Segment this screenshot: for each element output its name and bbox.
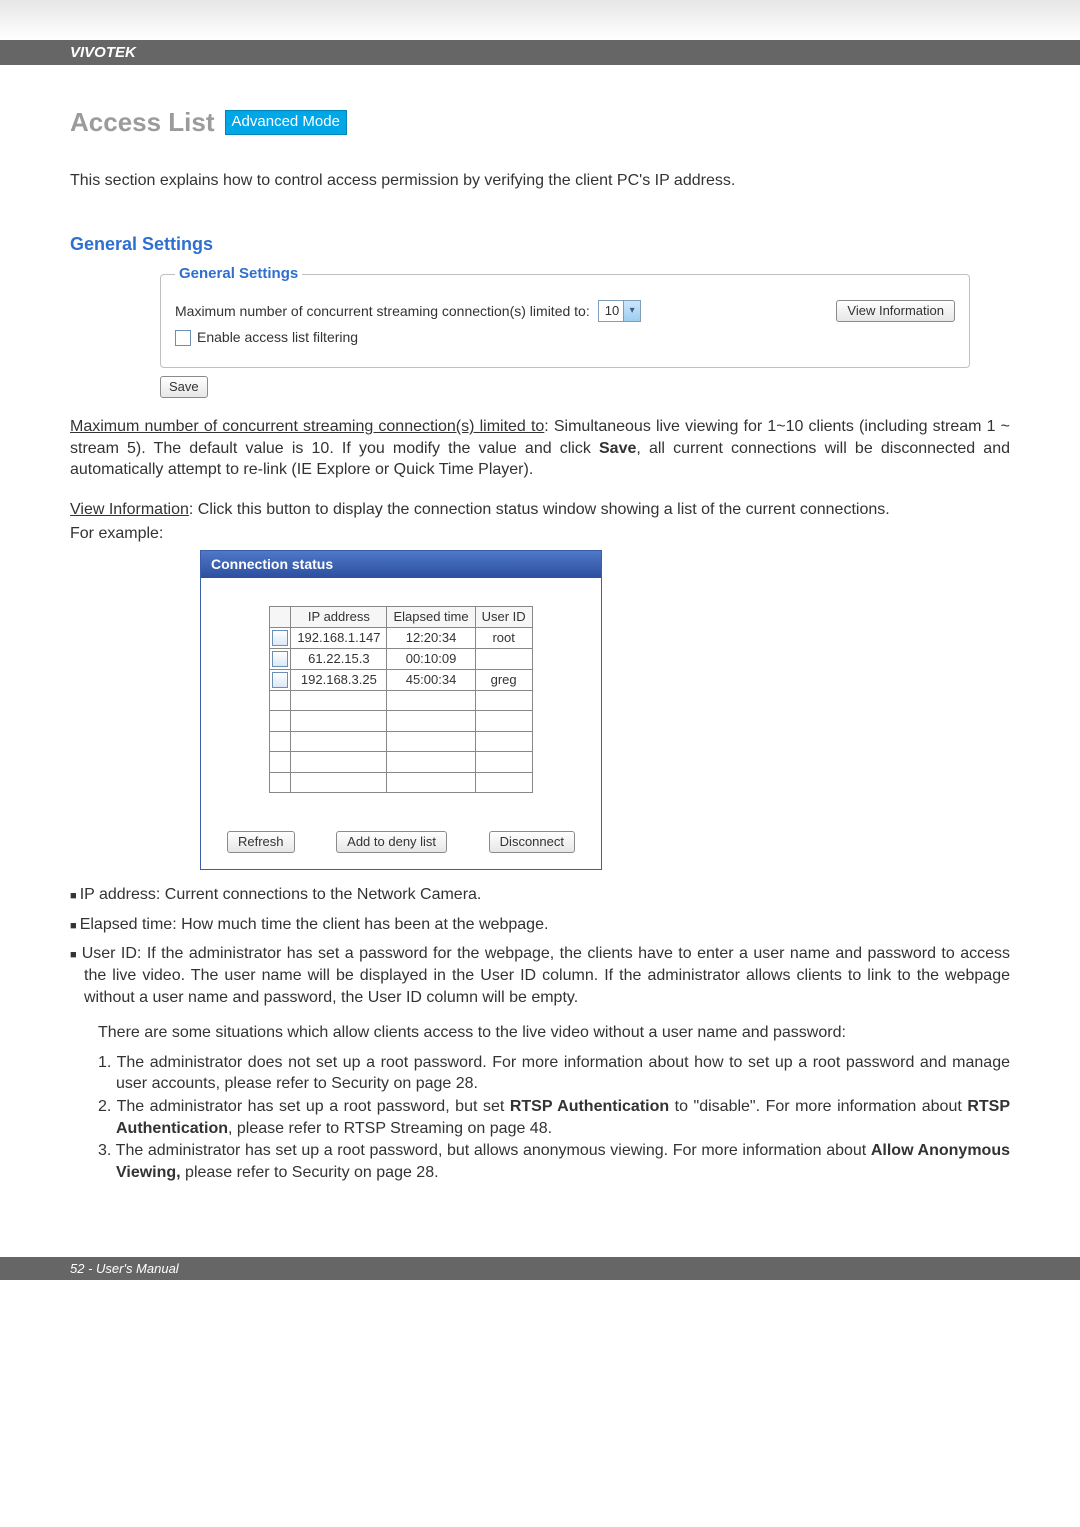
connection-status-panel: Connection status IP address Elapsed tim… xyxy=(200,550,602,870)
cell-elapsed: 12:20:34 xyxy=(387,627,475,648)
row-checkbox[interactable] xyxy=(272,630,288,646)
bullet-ip-address: IP address: Current connections to the N… xyxy=(70,884,1010,906)
max-connections-explanation: Maximum number of concurrent streaming c… xyxy=(70,416,1010,481)
page-footer: 52 - User's Manual xyxy=(0,1257,1080,1280)
advanced-mode-badge: Advanced Mode xyxy=(225,110,347,134)
cell-userid: root xyxy=(475,627,532,648)
cell-ip: 192.168.3.25 xyxy=(291,669,387,690)
table-row: 61.22.15.300:10:09 xyxy=(270,648,532,669)
table-row xyxy=(270,690,532,711)
general-settings-fieldset: General Settings Maximum number of concu… xyxy=(160,264,970,368)
for-example-label: For example: xyxy=(70,523,1010,545)
table-row xyxy=(270,752,532,773)
col-userid: User ID xyxy=(475,606,532,627)
view-information-button[interactable]: View Information xyxy=(836,300,955,322)
table-header-row: IP address Elapsed time User ID xyxy=(270,606,532,627)
add-to-deny-list-button[interactable]: Add to deny list xyxy=(336,831,447,853)
view-information-explanation: View Information: Click this button to d… xyxy=(70,499,1010,521)
connection-status-table: IP address Elapsed time User ID 192.168.… xyxy=(269,606,532,793)
max-connections-select[interactable]: 10 ▾ xyxy=(598,300,641,322)
cell-ip: 192.168.1.147 xyxy=(291,627,387,648)
col-checkbox xyxy=(270,606,291,627)
save-button[interactable]: Save xyxy=(160,376,208,398)
chevron-down-icon: ▾ xyxy=(623,301,640,321)
cell-elapsed: 45:00:34 xyxy=(387,669,475,690)
row-checkbox[interactable] xyxy=(272,651,288,667)
refresh-button[interactable]: Refresh xyxy=(227,831,295,853)
col-elapsed: Elapsed time xyxy=(387,606,475,627)
intro-text: This section explains how to control acc… xyxy=(70,170,1010,192)
max-connections-label: Maximum number of concurrent streaming c… xyxy=(175,302,590,321)
table-row xyxy=(270,731,532,752)
table-row xyxy=(270,711,532,732)
cell-userid xyxy=(475,648,532,669)
case-3: 3. The administrator has set up a root p… xyxy=(98,1140,1010,1183)
top-gradient xyxy=(0,0,1080,40)
table-row: 192.168.1.14712:20:34root xyxy=(270,627,532,648)
page-title: Access List xyxy=(70,105,215,140)
case-1: 1. The administrator does not set up a r… xyxy=(98,1052,1010,1095)
connection-status-title: Connection status xyxy=(201,551,601,578)
enable-filtering-checkbox[interactable] xyxy=(175,330,191,346)
max-connections-value: 10 xyxy=(605,302,623,320)
cell-elapsed: 00:10:09 xyxy=(387,648,475,669)
enable-filtering-label: Enable access list filtering xyxy=(197,328,358,347)
table-row: 192.168.3.2545:00:34greg xyxy=(270,669,532,690)
disconnect-button[interactable]: Disconnect xyxy=(489,831,575,853)
header-brand: VIVOTEK xyxy=(0,40,1080,65)
col-ip: IP address xyxy=(291,606,387,627)
cell-ip: 61.22.15.3 xyxy=(291,648,387,669)
cell-userid: greg xyxy=(475,669,532,690)
row-checkbox[interactable] xyxy=(272,672,288,688)
table-row xyxy=(270,772,532,793)
no-credentials-intro: There are some situations which allow cl… xyxy=(98,1022,1010,1044)
general-settings-legend: General Settings xyxy=(175,264,302,284)
bullet-user-id: User ID: If the administrator has set a … xyxy=(70,943,1010,1183)
case-2: 2. The administrator has set up a root p… xyxy=(98,1096,1010,1139)
general-settings-heading: General Settings xyxy=(70,232,1010,256)
bullet-elapsed-time: Elapsed time: How much time the client h… xyxy=(70,914,1010,936)
